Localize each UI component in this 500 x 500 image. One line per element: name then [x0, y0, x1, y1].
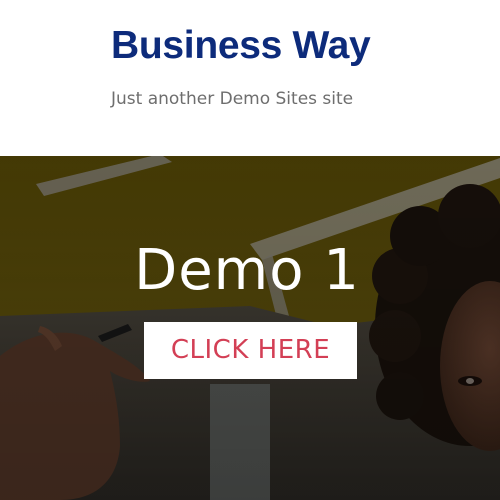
page: Business Way Just another Demo Sites sit…: [0, 0, 500, 500]
hero-heading: Demo 1: [134, 238, 360, 303]
site-header: Business Way Just another Demo Sites sit…: [0, 0, 500, 156]
hero-banner: Demo 1 CLICK HERE: [0, 156, 500, 500]
click-here-button[interactable]: CLICK HERE: [144, 322, 357, 379]
site-title-link[interactable]: Business Way: [111, 24, 371, 68]
site-tagline: Just another Demo Sites site: [111, 89, 354, 109]
